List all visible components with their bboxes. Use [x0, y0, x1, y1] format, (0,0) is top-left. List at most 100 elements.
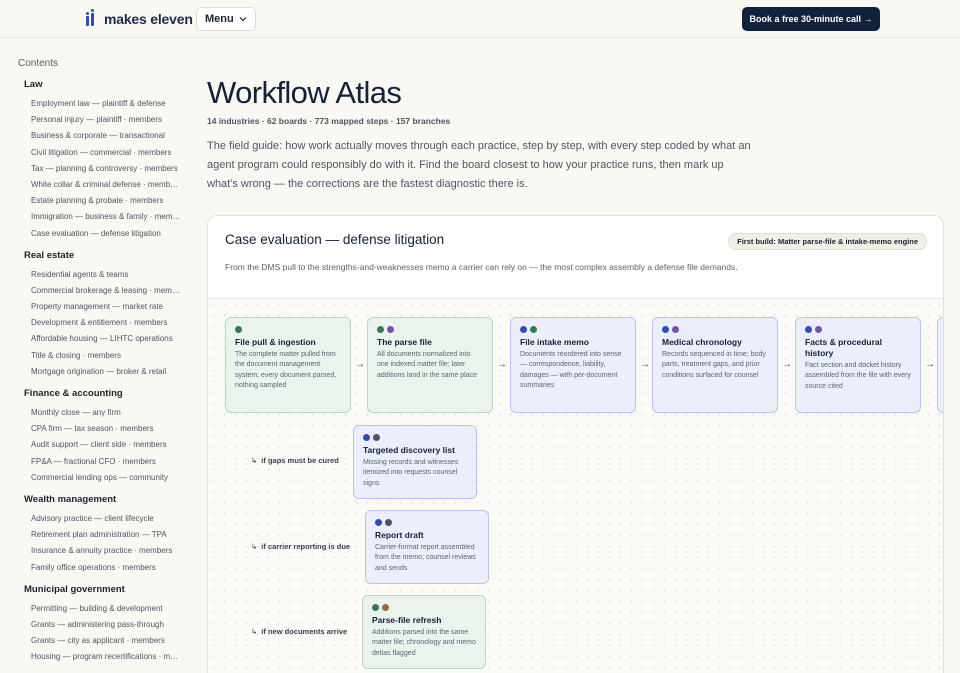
atlas-stats: 14 industries · 62 boards · 773 mapped s… [207, 116, 451, 126]
step-title: Facts & procedural history [805, 337, 882, 358]
branch-condition-text: if gaps must be cured [261, 456, 339, 465]
branch-condition-label: ↳ if carrier reporting is due [251, 542, 350, 551]
sidebar-nav-item[interactable]: Tax — planning & controversy · members [31, 161, 181, 177]
sidebar-nav-item[interactable]: Mortgage origination — broker & retail [31, 364, 181, 380]
status-dot-icon [377, 326, 384, 333]
sidebar-section: Law Employment law — plaintiff & defense P… [18, 79, 181, 242]
status-dots [363, 434, 467, 441]
sidebar-nav-item[interactable]: CPA firm — tax season · members [31, 421, 181, 437]
step-description: Documents reordered into sense — corresp… [520, 351, 622, 389]
page-title: Workflow Atlas [207, 75, 402, 110]
branch-arrow-icon: ↳ [251, 627, 258, 636]
workflow-step-card[interactable]: Report draft Carrier-format report assemb… [365, 510, 489, 584]
step-description: Missing records and witnesses itemized i… [363, 459, 459, 487]
step-description: Records sequenced in time; body parts, t… [662, 351, 766, 379]
sidebar-nav-item[interactable]: Family office operations · members [31, 560, 181, 576]
workflow-step-card[interactable]: Medical chronology Records sequenced in t… [652, 317, 778, 413]
flow-arrow-icon: → [497, 359, 507, 370]
sidebar-section: Real estate Residential agents & teams Com… [18, 249, 181, 380]
sidebar-nav-item[interactable]: White collar & criminal defense · member… [31, 177, 181, 193]
step-title: File pull & ingestion [235, 337, 316, 347]
workflow-step-card[interactable]: The parse file All documents normalized i… [367, 317, 493, 413]
sidebar-nav-item[interactable]: Personal injury — plaintiff · members [31, 112, 181, 128]
sidebar-nav-item[interactable]: Grants — administering pass-through [31, 617, 181, 633]
sidebar-nav-item[interactable]: Development & entitlement · members [31, 315, 181, 331]
sidebar-nav-item[interactable]: FP&A — fractional CFO · members [31, 454, 181, 470]
sidebar-nav-item[interactable]: Commercial brokerage & leasing · members [31, 283, 181, 299]
sidebar-nav-item[interactable]: Permitting — building & development [31, 601, 181, 617]
status-dot-icon [375, 519, 382, 526]
sidebar-section: Municipal government Permitting — buildin… [18, 583, 181, 666]
sidebar-section: Finance & accounting Monthly close — any … [18, 388, 180, 486]
step-description: The complete matter pulled from the docu… [235, 351, 337, 389]
book-call-button[interactable]: Book a free 30-minute call → [742, 7, 880, 31]
workflow-step-card[interactable]: Parse-file refresh Additions parsed into … [362, 595, 486, 669]
step-title: Report draft [375, 530, 424, 540]
sidebar-nav-item[interactable]: Housing — program recertifications · mem… [31, 649, 181, 665]
workflow-step-card[interactable]: File pull & ingestion The complete matter… [225, 317, 351, 413]
sidebar-section-title: Municipal government [24, 583, 125, 595]
sidebar-nav-item[interactable]: Advisory practice — client lifecycle [31, 511, 181, 527]
status-dot-icon [387, 326, 394, 333]
status-dot-icon [815, 326, 822, 333]
flow-arrow-icon: → [640, 359, 650, 370]
sidebar-section-title: Real estate [24, 249, 75, 261]
sidebar-nav-item[interactable]: Grants — city as applicant · members [31, 633, 181, 649]
brand-logo[interactable]: makes eleven [86, 9, 193, 27]
contents-sidebar: Contents Law Employment law — plaintiff &… [18, 58, 181, 673]
menu-button[interactable]: Menu [196, 7, 256, 31]
sidebar-nav-item[interactable]: Immigration — business & family · member… [31, 209, 181, 225]
status-dot-icon [520, 326, 527, 333]
board-description: From the DMS pull to the strengths-and-w… [225, 262, 738, 272]
sidebar-section-title: Wealth management [24, 493, 117, 505]
contents-title: Contents [18, 58, 59, 69]
intro-text: The field guide: how work actually moves… [207, 140, 751, 190]
logo-mark-icon [86, 9, 96, 26]
status-dot-icon [373, 434, 380, 441]
workflow-step-card[interactable] [937, 317, 943, 413]
step-description: Carrier-format report assembled from the… [375, 544, 476, 572]
menu-label: Menu [205, 13, 234, 25]
sidebar-nav-item[interactable]: Commercial lending ops — community [31, 470, 181, 486]
workflow-step-card[interactable]: Targeted discovery list Missing records a… [353, 425, 477, 499]
status-dots [235, 326, 341, 333]
sidebar-nav-item[interactable]: Estate planning & probate · members [31, 193, 181, 209]
status-dot-icon [372, 604, 379, 611]
step-title: Medical chronology [662, 337, 742, 347]
step-title: Parse-file refresh [372, 615, 442, 625]
status-dot-icon [385, 519, 392, 526]
sidebar-nav-item[interactable]: Business & corporate — transactional [31, 128, 181, 144]
status-dots [805, 326, 911, 333]
sidebar-nav-item[interactable]: Civil litigation — commercial · members [31, 145, 181, 161]
step-description: Fact section and docket history assemble… [805, 362, 911, 390]
status-dot-icon [530, 326, 537, 333]
sidebar-nav-item[interactable]: Residential agents & teams [31, 267, 181, 283]
step-title: File intake memo [520, 337, 589, 347]
sidebar-nav-item[interactable]: Retirement plan administration — TPA [31, 527, 181, 543]
status-dot-icon [382, 604, 389, 611]
first-build-badge: First build: Matter parse-file & intake-… [728, 233, 927, 250]
workflow-step-card[interactable]: Facts & procedural history Fact section a… [795, 317, 921, 413]
sidebar-nav-item[interactable]: Monthly close — any firm [31, 405, 181, 421]
sidebar-nav-item[interactable]: Employment law — plaintiff & defense [31, 96, 181, 112]
sidebar-nav-item[interactable]: Property management — market rate [31, 299, 181, 315]
workflow-canvas[interactable]: File pull & ingestion The complete matter… [208, 298, 943, 673]
sidebar-nav-item[interactable]: Insurance & annuity practice · members [31, 543, 181, 559]
status-dot-icon [235, 326, 242, 333]
sidebar-nav-item[interactable]: Audit support — client side · members [31, 437, 181, 453]
sidebar-nav-item[interactable]: Affordable housing — LIHTC operations [31, 331, 181, 347]
step-description: All documents normalized into one indexe… [377, 351, 478, 379]
flow-arrow-icon: → [355, 359, 365, 370]
workflow-step-card[interactable]: File intake memo Documents reordered into… [510, 317, 636, 413]
status-dot-icon [672, 326, 679, 333]
sidebar-nav-item[interactable]: Title & closing · members [31, 348, 181, 364]
chevron-down-icon [239, 17, 247, 22]
branch-arrow-icon: ↳ [251, 542, 258, 551]
status-dots [372, 604, 476, 611]
branch-condition-text: if new documents arrive [261, 627, 348, 636]
sidebar-section-title: Finance & accounting [24, 388, 123, 399]
sidebar-nav-item[interactable]: Case evaluation — defense litigation [31, 226, 181, 242]
step-description: Additions parsed into the same matter fi… [372, 629, 476, 657]
board-title: Case evaluation — defense litigation [225, 232, 445, 247]
sidebar-section: Wealth management Advisory practice — cli… [18, 494, 180, 576]
